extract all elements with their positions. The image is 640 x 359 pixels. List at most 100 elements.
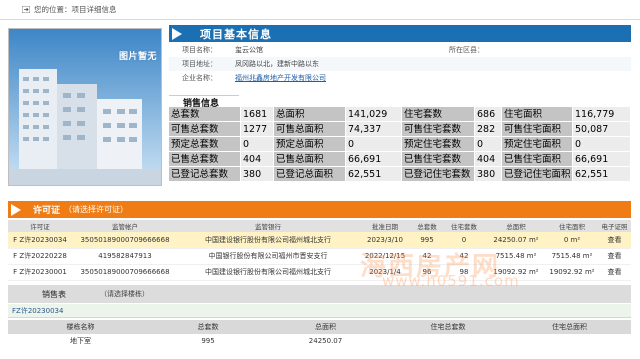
permit-cell: 42 [412,248,442,265]
permit-cell: 19092.92 m² [546,264,598,281]
sales-stat-label: 已登记总套数 [169,167,241,182]
sales-stat-label: 总面积 [274,107,346,122]
sales-stat-label: 已登记住宅套数 [402,167,475,182]
sales-stat-value: 62,551 [346,167,402,182]
district-label: 所在区县： [449,46,484,54]
sales-stat-value: 0 [241,137,274,152]
info-row-name: 项目名称： 玺云公馆 所在区县： [169,43,631,57]
building-column-header: 楼栋名称 [8,320,153,334]
sales-stat-value: 404 [475,152,502,167]
no-photo-label: 图片暂无 [118,52,157,62]
sales-stat-value: 66,691 [346,152,402,167]
permit-title: 许可证 [33,206,61,216]
sales-stat-value: 1681 [241,107,274,122]
sales-stat-value: 380 [241,167,274,182]
building-cell: 995 [201,337,215,345]
permit-column-header: 住宅面积 [546,220,598,232]
building-column-header: 总套数 [153,320,263,334]
sales-stat-label: 可售住宅面积 [502,122,573,137]
sales-stat-value: 380 [475,167,502,182]
building-table-header: 楼栋名称 总套数 总面积 住宅总套数 住宅总面积 [8,320,631,334]
permit-header: 许可证 （请选择许可证） [8,201,631,218]
permit-cell: 2022/12/15 [358,248,412,265]
building-row[interactable]: 地下室 995 24250.07 [8,334,631,348]
building-column-header: 总面积 [263,320,388,334]
permit-row[interactable]: F Z许20230034 35050189000709666668 中国建设银行股份… [8,232,631,249]
sales-stat-value: 1277 [241,122,274,137]
permit-cell: 7515.48 m² [546,248,598,265]
project-photo-placeholder: 图片暂无 [8,28,162,186]
sales-stat-value: 686 [475,107,502,122]
permit-cell: 35050189000709666668 [72,264,178,281]
permit-cell: 0 m² [546,232,598,249]
permit-cell: F Z许20230034 [8,232,72,249]
permit-cell: 96 [412,264,442,281]
info-row-company: 企业名称： 福州兆鑫房地产开发有限公司 [169,71,631,85]
project-info-rows: 项目名称： 玺云公馆 所在区县： 项目地址： 凤冈路以北，建新中路以东 企业名称… [169,43,631,85]
sales-stat-label: 已售总套数 [169,152,241,167]
permit-cell: 中国建设银行股份有限公司福州城北支行 [178,264,358,281]
building-table: 楼栋名称 总套数 总面积 住宅总套数 住宅总面积 地下室 995 24250.07 [8,320,631,348]
sales-stat-value: 0 [573,137,631,152]
project-name-value: 玺云公馆 [235,46,263,54]
selected-permit-link[interactable]: FZ许20230034 [8,304,631,318]
permit-cell: 42 [442,248,486,265]
project-address-label: 项目地址： [182,60,217,68]
permit-cell: 2023/3/10 [358,232,412,249]
permit-cell: 995 [412,232,442,249]
permit-column-header: 监管帐户 [72,220,178,232]
sales-stat-value: 404 [241,152,274,167]
sales-stat-label: 预定总面积 [274,137,346,152]
building-column-header: 住宅总面积 [508,320,631,334]
project-name-label: 项目名称： [182,46,217,54]
permit-cell: 2023/1/4 [358,264,412,281]
permit-cell: 35050189000709666668 [72,232,178,249]
breadcrumb: 您的位置：项目详细信息 [0,0,640,20]
permit-column-header: 电子证照 [598,220,631,232]
sales-stat-label: 预定住宅套数 [402,137,475,152]
breadcrumb-text: 您的位置：项目详细信息 [34,5,117,14]
project-info-title: 项目基本信息 [200,27,272,41]
building-name-link[interactable]: 地下室 [8,334,153,348]
building-column-header: 住宅总套数 [388,320,508,334]
sales-stat-value: 0 [346,137,402,152]
permit-row[interactable]: F Z许20220228 419582847913 中国银行股份有限公司福州市晋安支… [8,248,631,265]
sales-stat-value: 0 [475,137,502,152]
sales-stat-value: 50,087 [573,122,631,137]
sales-stat-value: 282 [475,122,502,137]
permit-cell: 0 [442,232,486,249]
view-certificate-link[interactable]: 查看 [598,264,631,281]
company-name-label: 企业名称： [182,74,217,82]
sales-stat-label: 已售住宅面积 [502,152,573,167]
permit-cell: F Z许20220228 [8,248,72,265]
sales-stat-value: 116,779 [573,107,631,122]
sales-table-subtitle: （请选择楼栋） [100,290,149,298]
permit-row[interactable]: F Z许20230001 35050189000709666668 中国建设银行股份… [8,264,631,281]
permit-column-header: 批准日期 [358,220,412,232]
sales-table-tab: 销售表 （请选择楼栋） [8,285,631,303]
sales-stat-label: 已登记住宅面积 [502,167,573,182]
company-name-link[interactable]: 福州兆鑫房地产开发有限公司 [235,73,326,83]
permit-column-header: 总面积 [486,220,546,232]
permit-subtitle: （请选择许可证） [64,205,129,214]
info-row-address: 项目地址： 凤冈路以北，建新中路以东 [169,57,631,71]
sales-stat-label: 预定总套数 [169,137,241,152]
sales-stat-value: 74,337 [346,122,402,137]
permit-column-header: 总套数 [412,220,442,232]
view-certificate-link[interactable]: 查看 [598,232,631,249]
sales-info-title: 销售信息 [169,95,239,109]
sales-table-title: 销售表 [42,290,66,299]
permit-column-header: 监管银行 [178,220,358,232]
permit-cell: 中国银行股份有限公司福州市晋安支行 [178,248,358,265]
sales-stat-label: 总套数 [169,107,241,122]
sales-stat-label: 住宅面积 [502,107,573,122]
sales-stat-label: 已售总面积 [274,152,346,167]
view-certificate-link[interactable]: 查看 [598,248,631,265]
sales-stat-label: 住宅套数 [402,107,475,122]
permit-cell: 419582847913 [72,248,178,265]
sales-stat-label: 已登记总面积 [274,167,346,182]
sales-info-grid: 总套数 1681 总面积 141,029 住宅套数 686 住宅面积 116,779 可售总套数… [169,107,631,182]
project-address-value: 凤冈路以北，建新中路以东 [235,60,319,68]
sales-stat-value: 141,029 [346,107,402,122]
sales-stat-label: 已售住宅套数 [402,152,475,167]
